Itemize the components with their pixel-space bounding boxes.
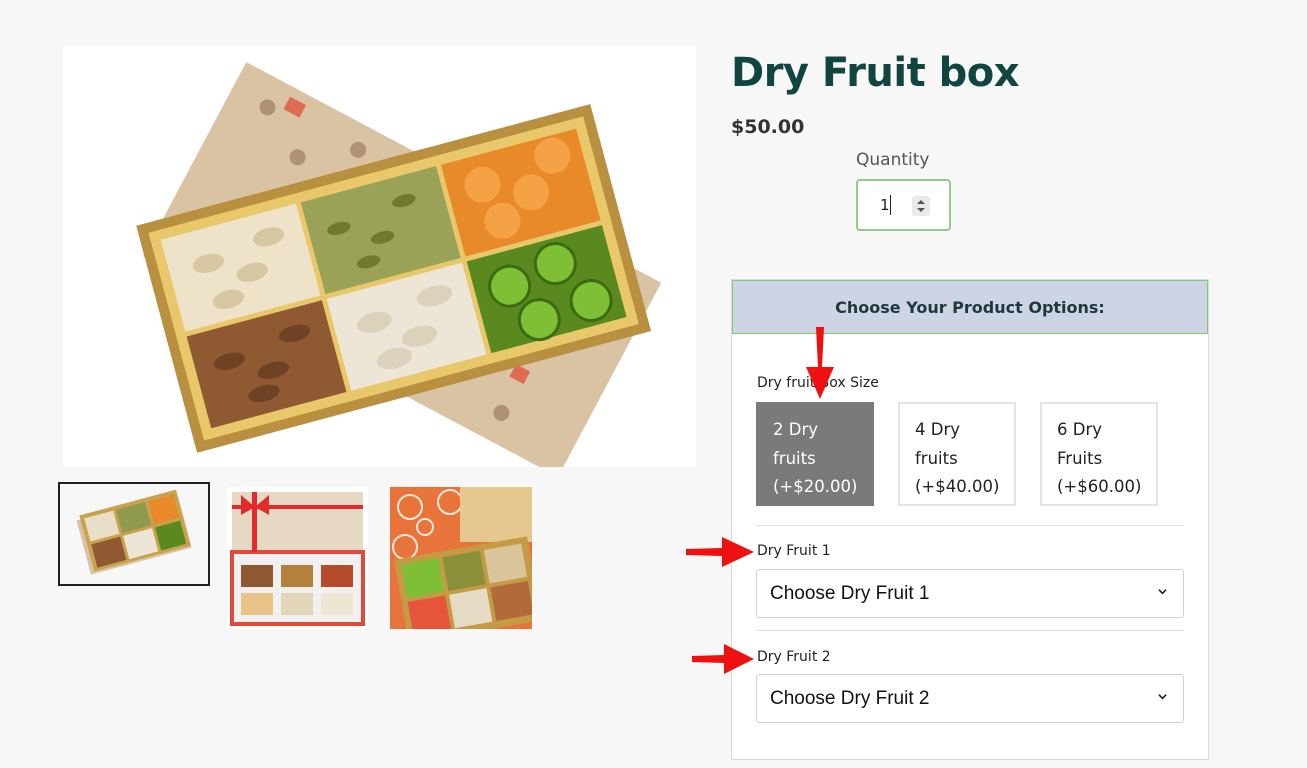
thumbnail-3[interactable] bbox=[390, 487, 542, 644]
decrement-icon[interactable] bbox=[917, 208, 925, 212]
size-option-line: 4 Dry bbox=[915, 420, 960, 439]
size-option-line: 6 Dry bbox=[1057, 420, 1102, 439]
size-option-line: 2 Dry bbox=[773, 420, 818, 439]
red-right-arrow-icon bbox=[692, 644, 754, 674]
size-option-line: Fruits bbox=[1057, 448, 1103, 468]
thumbnail-2[interactable] bbox=[227, 487, 368, 629]
size-option-line: fruits bbox=[915, 448, 958, 468]
dry-fruit-1-label: Dry Fruit 1 bbox=[757, 543, 831, 559]
divider bbox=[756, 630, 1184, 631]
size-option-4-dry-fruits[interactable]: 4 Dry fruits (+$40.00) bbox=[898, 402, 1016, 506]
dry-fruit-2-label: Dry Fruit 2 bbox=[757, 649, 831, 665]
dry-fruit-1-select[interactable]: Choose Dry Fruit 1 bbox=[756, 569, 1184, 618]
options-header: Choose Your Product Options: bbox=[732, 280, 1208, 334]
divider bbox=[756, 525, 1184, 526]
dry-fruit-2-value: Choose Dry Fruit 2 bbox=[770, 688, 930, 709]
quantity-stepper[interactable]: 1 bbox=[856, 179, 951, 231]
chevron-down-icon bbox=[1158, 694, 1167, 700]
dry-fruit-2-select[interactable]: Choose Dry Fruit 2 bbox=[756, 674, 1184, 723]
product-title: Dry Fruit box bbox=[731, 50, 1020, 96]
spinner-arrows-icon[interactable] bbox=[912, 196, 930, 216]
product-price: $50.00 bbox=[731, 116, 805, 138]
product-options-panel: Choose Your Product Options: Dry fruit B… bbox=[731, 279, 1209, 760]
quantity-value: 1 bbox=[880, 196, 890, 214]
quantity-label: Quantity bbox=[856, 150, 930, 170]
size-option-price: (+$60.00) bbox=[1057, 477, 1142, 496]
thumbnail-1[interactable] bbox=[58, 482, 210, 586]
red-right-arrow-icon bbox=[686, 537, 754, 567]
increment-icon[interactable] bbox=[917, 200, 925, 204]
size-option-2-dry-fruits[interactable]: 2 Dry fruits (+$20.00) bbox=[756, 402, 874, 506]
chevron-down-icon bbox=[1158, 589, 1167, 595]
size-option-price: (+$20.00) bbox=[773, 477, 858, 496]
main-product-image bbox=[63, 46, 696, 477]
size-option-line: fruits bbox=[773, 448, 816, 468]
dry-fruit-1-value: Choose Dry Fruit 1 bbox=[770, 583, 930, 604]
size-option-6-dry-fruits[interactable]: 6 Dry Fruits (+$60.00) bbox=[1040, 402, 1158, 506]
red-down-arrow-icon bbox=[806, 327, 834, 399]
text-caret bbox=[890, 195, 891, 215]
size-option-price: (+$40.00) bbox=[915, 477, 1000, 496]
